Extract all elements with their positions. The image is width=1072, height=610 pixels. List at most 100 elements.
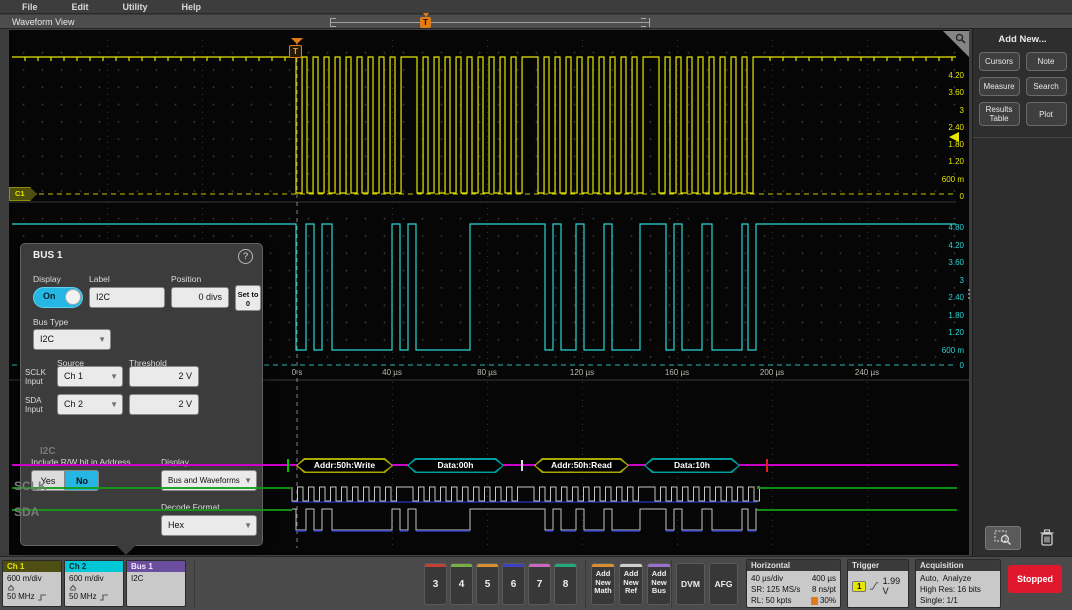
scale-label: 4.80 xyxy=(912,223,964,232)
sidebar-divider xyxy=(973,137,1072,138)
ch1-badge[interactable]: Ch 1 600 m/div 50 MHz xyxy=(2,560,62,607)
trigger-title: Trigger xyxy=(848,560,908,571)
acquisition-title: Acquisition xyxy=(916,560,1000,571)
i2c-restart-tick xyxy=(521,460,523,471)
sclk-row-label: SCLK xyxy=(14,479,47,493)
trigger-level: 1.99 V xyxy=(883,576,904,596)
overview-trigger-marker[interactable]: T xyxy=(420,17,431,28)
menu-help[interactable]: Help xyxy=(182,2,202,12)
zoom-corner-icon[interactable] xyxy=(943,31,969,57)
cursors-button[interactable]: Cursors xyxy=(979,52,1020,71)
channel-button-7[interactable]: 7 xyxy=(528,563,551,605)
ch2-bandwidth: 50 MHz xyxy=(69,592,97,602)
trigger-t-icon: T xyxy=(289,45,302,58)
add-new-math-button[interactable]: Add New Math xyxy=(591,563,615,605)
time-axis-label: 0 s xyxy=(272,368,322,377)
scale-label: 1.20 xyxy=(912,328,964,337)
sclk-idle-high-line-right xyxy=(757,487,957,489)
ch1-scale: 600 m/div xyxy=(7,574,61,583)
time-axis-label: 40 µs xyxy=(367,368,417,377)
add-new-ref-button[interactable]: Add New Ref xyxy=(619,563,643,605)
measure-button[interactable]: Measure xyxy=(979,77,1020,96)
channel-button-4[interactable]: 4 xyxy=(450,563,473,605)
sclk-idle-high-line xyxy=(12,487,292,489)
decode-format-dropdown[interactable]: Hex▼ xyxy=(161,515,257,536)
stopped-button[interactable]: Stopped xyxy=(1008,565,1062,593)
trigger-level-arrow[interactable] xyxy=(949,132,959,142)
menu-utility[interactable]: Utility xyxy=(123,2,148,12)
probe-icon xyxy=(69,583,123,592)
search-button[interactable]: Search xyxy=(1026,77,1067,96)
menu-file[interactable]: File xyxy=(22,2,38,12)
results-table-button[interactable]: Results Table xyxy=(979,102,1020,126)
sda-threshold-input[interactable]: 2 V xyxy=(129,394,199,415)
add-new-title: Add New... xyxy=(973,34,1072,45)
display-toggle[interactable]: On xyxy=(33,287,83,308)
sclk-source-dropdown[interactable]: Ch 1▼ xyxy=(57,366,123,387)
sidebar: Add New... Cursors Note Measure Search R… xyxy=(972,29,1072,556)
zoom-select-button[interactable] xyxy=(985,526,1021,550)
ch2-badge[interactable]: Ch 2 600 m/div 50 MHz xyxy=(64,560,124,607)
view-title: Waveform View xyxy=(12,17,75,27)
channel-button-6[interactable]: 6 xyxy=(502,563,525,605)
bus-type-dropdown[interactable]: I2C▼ xyxy=(33,329,111,350)
trash-button[interactable] xyxy=(1034,526,1060,550)
help-icon[interactable]: ? xyxy=(238,249,253,264)
time-axis-label: 160 µs xyxy=(652,368,702,377)
trigger-position-marker[interactable]: T xyxy=(289,38,303,58)
sda-idle-high-line-right xyxy=(757,509,957,511)
position-input[interactable]: 0 divs xyxy=(171,287,229,308)
trigger-source-chip: 1 xyxy=(852,581,866,592)
sda-source-dropdown[interactable]: Ch 2▼ xyxy=(57,394,123,415)
time-axis-label: 120 µs xyxy=(557,368,607,377)
menu-edit[interactable]: Edit xyxy=(72,2,89,12)
dvm-button[interactable]: DVM xyxy=(676,563,705,605)
horizontal-panel[interactable]: Horizontal 40 µs/div400 µs SR: 125 MS/s8… xyxy=(746,559,841,608)
horizontal-position-icon xyxy=(811,597,818,605)
chevron-down-icon: ▼ xyxy=(244,516,252,535)
afg-button[interactable]: AFG xyxy=(709,563,738,605)
probe-icon xyxy=(7,583,61,592)
bottom-bar: Ch 1 600 m/div 50 MHz Ch 2 600 m/div 50 … xyxy=(0,556,1072,610)
scale-label: 3 xyxy=(912,276,964,285)
trigger-triangle-icon xyxy=(291,38,303,44)
bus-decode-addr: Addr:50h:Write xyxy=(296,458,393,473)
scale-label: 0 xyxy=(912,192,964,201)
sda-idle-high-line xyxy=(12,509,292,511)
plot-button[interactable]: Plot xyxy=(1026,102,1067,126)
channel-button-3[interactable]: 3 xyxy=(424,563,447,605)
trigger-panel[interactable]: Trigger 1 1.99 V xyxy=(847,559,909,608)
scale-label: 600 m xyxy=(912,346,964,355)
horizontal-title: Horizontal xyxy=(747,560,840,571)
chevron-down-icon: ▼ xyxy=(110,367,118,386)
pan-overview-bar[interactable] xyxy=(330,18,650,27)
graticule-dots-ch1 xyxy=(10,44,956,196)
sclk-threshold-input[interactable]: 2 V xyxy=(129,366,199,387)
bus1-badge[interactable]: Bus 1 I2C xyxy=(126,560,186,607)
bus-decode-data: Data:00h xyxy=(407,458,504,473)
bottombar-divider xyxy=(585,560,586,608)
bus-type-label: Bus Type xyxy=(33,317,68,327)
chevron-down-icon: ▼ xyxy=(110,395,118,414)
bus-name-label: I2C xyxy=(40,446,56,457)
bandwidth-icon xyxy=(100,594,108,601)
graticule-line xyxy=(772,40,773,546)
i2c-stop-tick xyxy=(766,459,768,472)
menu-bar: File Edit Utility Help xyxy=(0,0,1072,14)
oscilloscope-app: File Edit Utility Help Waveform View T 4… xyxy=(0,0,1072,610)
note-button[interactable]: Note xyxy=(1026,52,1067,71)
bus-label-input[interactable]: I2C xyxy=(89,287,165,308)
time-axis-label: 200 µs xyxy=(747,368,797,377)
channel-button-5[interactable]: 5 xyxy=(476,563,499,605)
display-label: Display xyxy=(33,274,61,284)
view-header: Waveform View T xyxy=(0,15,1072,29)
toggle-knob xyxy=(65,289,81,305)
channel-button-8[interactable]: 8 xyxy=(554,563,577,605)
add-new-bus-button[interactable]: Add New Bus xyxy=(647,563,671,605)
sda-row-label: SDA xyxy=(14,505,39,519)
set-to-zero-button[interactable]: Set to 0 xyxy=(235,285,261,311)
sclk-input-label: SCLK Input xyxy=(25,368,55,386)
i2c-start-tick xyxy=(287,459,289,472)
trash-icon xyxy=(1039,529,1055,547)
acquisition-panel[interactable]: Acquisition Auto, Analyze High Res: 16 b… xyxy=(915,559,1001,608)
